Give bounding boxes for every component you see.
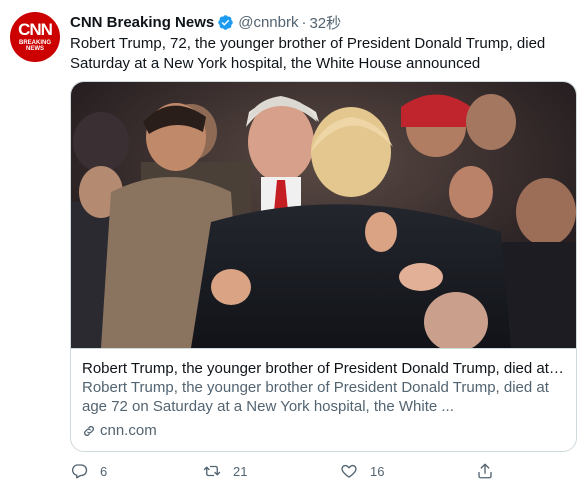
like-button[interactable]: 16 xyxy=(340,462,384,480)
card-domain: cnn.com xyxy=(100,422,157,439)
retweet-icon xyxy=(203,465,221,477)
link-icon xyxy=(84,425,94,436)
card-photo[interactable] xyxy=(71,82,577,348)
retweet-count: 21 xyxy=(233,463,248,479)
card-title: Robert Trump, the younger brother of Pre… xyxy=(82,360,565,377)
retweet-button[interactable]: 21 xyxy=(203,462,247,480)
avatar[interactable]: CNN BREAKING NEWS xyxy=(10,12,60,62)
share-button[interactable] xyxy=(476,462,506,480)
action-bar: 6 21 16 xyxy=(70,462,510,482)
like-count: 16 xyxy=(370,463,385,479)
tweet[interactable]: CNN BREAKING NEWS CNN Breaking News @cnn… xyxy=(0,0,588,490)
tweet-text: Robert Trump, 72, the younger brother of… xyxy=(70,35,546,72)
card-description: Robert Trump, the younger brother of Pre… xyxy=(82,379,549,415)
card-meta[interactable]: Robert Trump, the younger brother of Pre… xyxy=(71,348,576,451)
author-handle[interactable]: @cnnbrk xyxy=(238,14,298,31)
verified-badge-icon xyxy=(218,14,233,30)
author-name[interactable]: CNN Breaking News xyxy=(70,14,214,31)
heart-icon xyxy=(341,464,357,478)
reply-icon xyxy=(71,464,88,479)
avatar-logo-text: CNN xyxy=(18,20,53,39)
tweet-header: CNN Breaking News @cnnbrk · 32秒 xyxy=(70,12,341,32)
card-domain-row: cnn.com xyxy=(82,421,565,440)
tweet-timestamp[interactable]: 32秒 xyxy=(309,12,341,33)
share-icon xyxy=(478,463,492,479)
reply-button[interactable]: 6 xyxy=(70,462,107,480)
link-card[interactable]: Robert Trump, the younger brother of Pre… xyxy=(70,81,577,452)
reply-count: 6 xyxy=(100,463,108,479)
separator-dot: · xyxy=(301,13,307,31)
avatar-sub-text: BREAKING NEWS xyxy=(18,40,51,52)
